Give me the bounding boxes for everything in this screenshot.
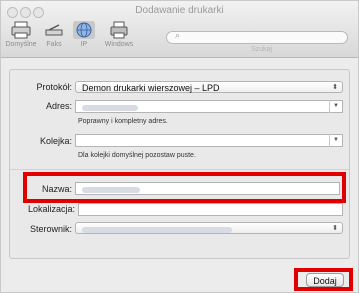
toolbar-windows-label: Windows bbox=[104, 41, 134, 48]
toolbar-fax[interactable]: Faks bbox=[41, 21, 67, 55]
protocol-value: Demon drukarki wierszowej – LPD bbox=[82, 83, 220, 93]
add-printer-window: Dodawanie drukarki Domyślne Faks IP Wind… bbox=[0, 0, 359, 293]
address-field[interactable]: ▼ bbox=[75, 100, 343, 113]
protocol-label: Protokół: bbox=[36, 82, 72, 92]
toolbar-default-label: Domyślne bbox=[5, 41, 37, 48]
location-field[interactable] bbox=[78, 203, 343, 216]
settings-panel: Protokół: Demon drukarki wierszowej – LP… bbox=[9, 69, 350, 259]
updown-arrows-icon: ⬍ bbox=[332, 84, 338, 91]
driver-select[interactable]: ⬍ bbox=[75, 222, 343, 234]
driver-redacted-value bbox=[82, 226, 232, 233]
globe-ip-icon bbox=[73, 21, 95, 39]
toolbar-windows[interactable]: Windows bbox=[101, 21, 137, 55]
add-button[interactable]: Dodaj bbox=[306, 273, 344, 287]
window-title: Dodawanie drukarki bbox=[135, 5, 224, 16]
driver-label: Sterownik: bbox=[29, 224, 72, 234]
address-label: Adres: bbox=[45, 101, 72, 111]
toolbar-ip[interactable]: IP bbox=[69, 21, 99, 55]
toolbar-ip-label: IP bbox=[80, 41, 88, 48]
printer-default-icon bbox=[10, 21, 32, 39]
location-label: Lokalizacja: bbox=[27, 204, 75, 214]
toolbar-fax-label: Faks bbox=[46, 41, 62, 48]
dropdown-arrow-icon[interactable]: ▼ bbox=[329, 134, 342, 147]
queue-field[interactable]: ▼ bbox=[75, 134, 343, 147]
fax-icon bbox=[43, 21, 65, 39]
toolbar-default[interactable]: Domyślne bbox=[3, 21, 39, 55]
windows-printer-icon bbox=[108, 21, 130, 39]
queue-hint: Dla kolejki domyślnej pozostaw puste. bbox=[78, 152, 196, 159]
search-icon: ⌕ bbox=[175, 30, 181, 40]
name-field-highlight bbox=[23, 172, 346, 203]
updown-arrows-icon: ⬍ bbox=[332, 225, 338, 232]
title-toolbar: Dodawanie drukarki Domyślne Faks IP Wind… bbox=[1, 1, 358, 58]
divider bbox=[10, 169, 349, 170]
address-redacted-value bbox=[82, 104, 138, 111]
queue-label: Kolejka: bbox=[39, 136, 72, 146]
address-hint: Poprawny i kompletny adres. bbox=[78, 118, 168, 125]
dropdown-arrow-icon[interactable]: ▼ bbox=[329, 100, 342, 113]
search-label: Szukaj bbox=[251, 46, 273, 53]
search-input[interactable]: ⌕ bbox=[166, 30, 348, 44]
protocol-select[interactable]: Demon drukarki wierszowej – LPD ⬍ bbox=[75, 81, 343, 93]
